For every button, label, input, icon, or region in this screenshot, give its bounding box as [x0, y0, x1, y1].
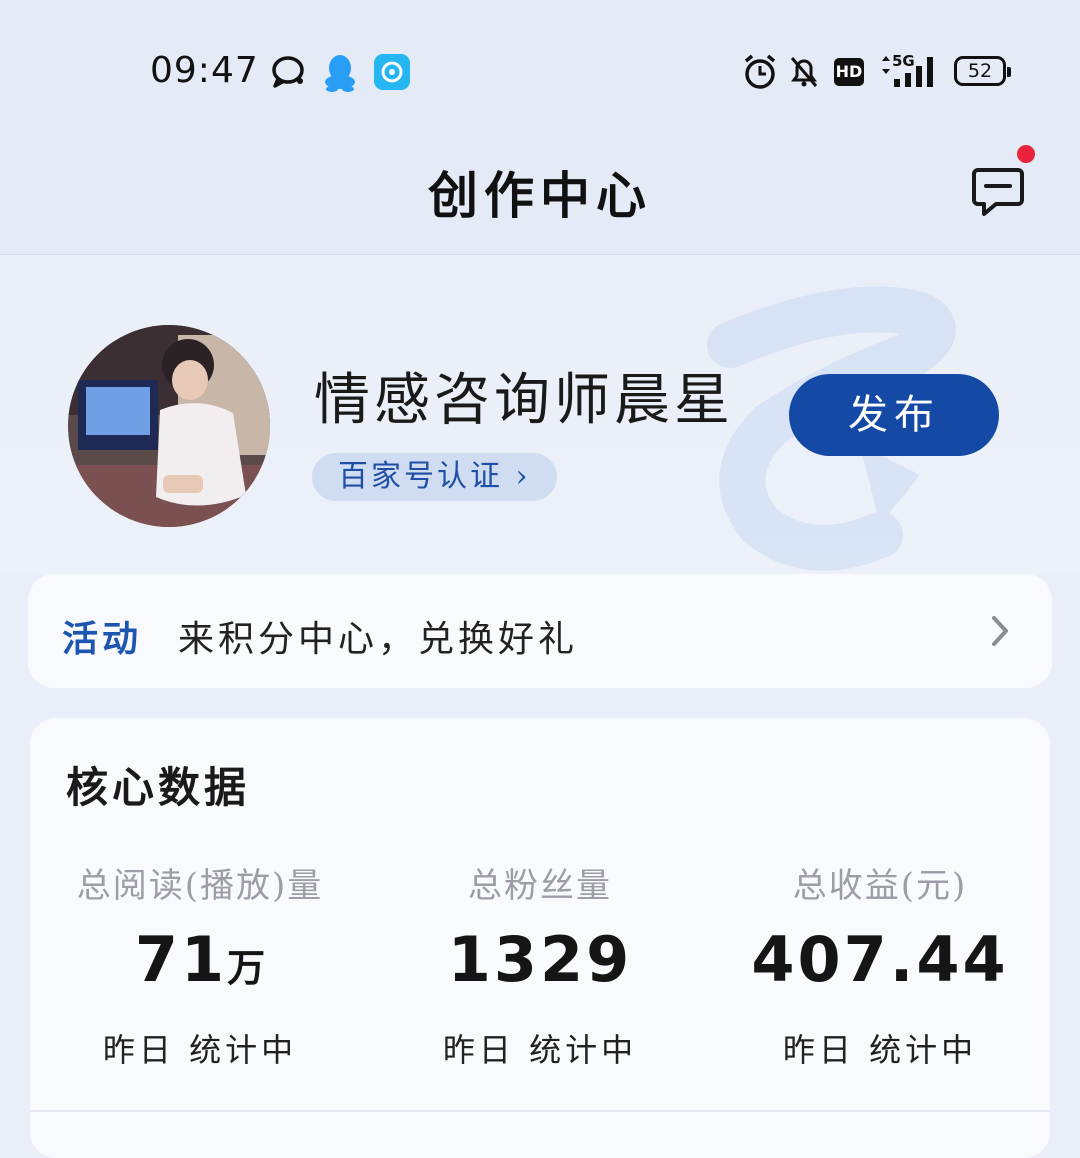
message-icon[interactable]: [970, 162, 1026, 218]
signal-icon: [894, 57, 933, 87]
certification-arrow-icon: ›: [515, 459, 531, 494]
profile-section: 情感咨询师晨星 百家号认证 › 发布: [0, 255, 1080, 575]
notification-dot: [1017, 145, 1035, 163]
publish-button[interactable]: 发布: [789, 374, 999, 456]
stat-value: 71万: [30, 925, 370, 1003]
core-data-title: 核心数据: [66, 763, 251, 812]
chat-bubble-icon: [272, 56, 304, 88]
stat-label: 总收益(元): [792, 866, 968, 906]
stat-yesterday: 昨日 统计中: [442, 1031, 638, 1069]
stat-number: 71: [134, 923, 228, 996]
stat-total-fans[interactable]: 总粉丝量 1329 昨日 统计中: [370, 858, 710, 1071]
stat-yesterday: 昨日 统计中: [782, 1031, 978, 1069]
avatar[interactable]: [68, 325, 270, 527]
activity-text: 来积分中心，兑换好礼: [178, 619, 579, 660]
music-app-icon: [374, 54, 410, 90]
app-header: 创作中心: [0, 130, 1080, 255]
status-bar: 09:47 HD 5G 52: [0, 0, 1080, 130]
stat-value: 1329: [370, 925, 710, 1003]
card-divider: [30, 1110, 1050, 1112]
stat-yesterday: 昨日 统计中: [102, 1031, 298, 1069]
account-name: 情感咨询师晨星: [314, 368, 734, 433]
stat-value: 407.44: [710, 925, 1050, 1003]
hd-icon: HD: [834, 58, 864, 86]
certification-badge[interactable]: 百家号认证 ›: [312, 453, 557, 501]
stat-unit: 万: [227, 945, 266, 990]
battery-icon: 52: [954, 56, 1011, 86]
stat-label: 总粉丝量: [468, 866, 612, 906]
stat-label: 总阅读(播放)量: [76, 866, 324, 906]
page-title: 创作中心: [428, 166, 652, 225]
data-arrows-icon: [882, 56, 890, 74]
activity-tag: 活动: [62, 618, 143, 660]
core-data-card: 核心数据 总阅读(播放)量 71万 昨日 统计中 总粉丝量 1329 昨日 统计…: [30, 718, 1050, 1158]
activity-banner[interactable]: 活动 来积分中心，兑换好礼: [28, 574, 1052, 688]
chevron-right-icon: [992, 616, 1008, 646]
stat-number: 407.44: [751, 923, 1009, 996]
battery-level: 52: [967, 60, 993, 82]
certification-label: 百家号认证: [338, 459, 503, 494]
status-time: 09:47: [150, 50, 259, 91]
avatar-image: [68, 325, 270, 527]
alarm-icon: [744, 54, 776, 89]
stat-number: 1329: [447, 923, 633, 996]
stat-total-revenue[interactable]: 总收益(元) 407.44 昨日 统计中: [710, 858, 1050, 1071]
stat-total-reads[interactable]: 总阅读(播放)量 71万 昨日 统计中: [30, 858, 370, 1071]
bell-muted-icon: [790, 57, 818, 87]
qq-penguin-icon: [325, 55, 355, 92]
